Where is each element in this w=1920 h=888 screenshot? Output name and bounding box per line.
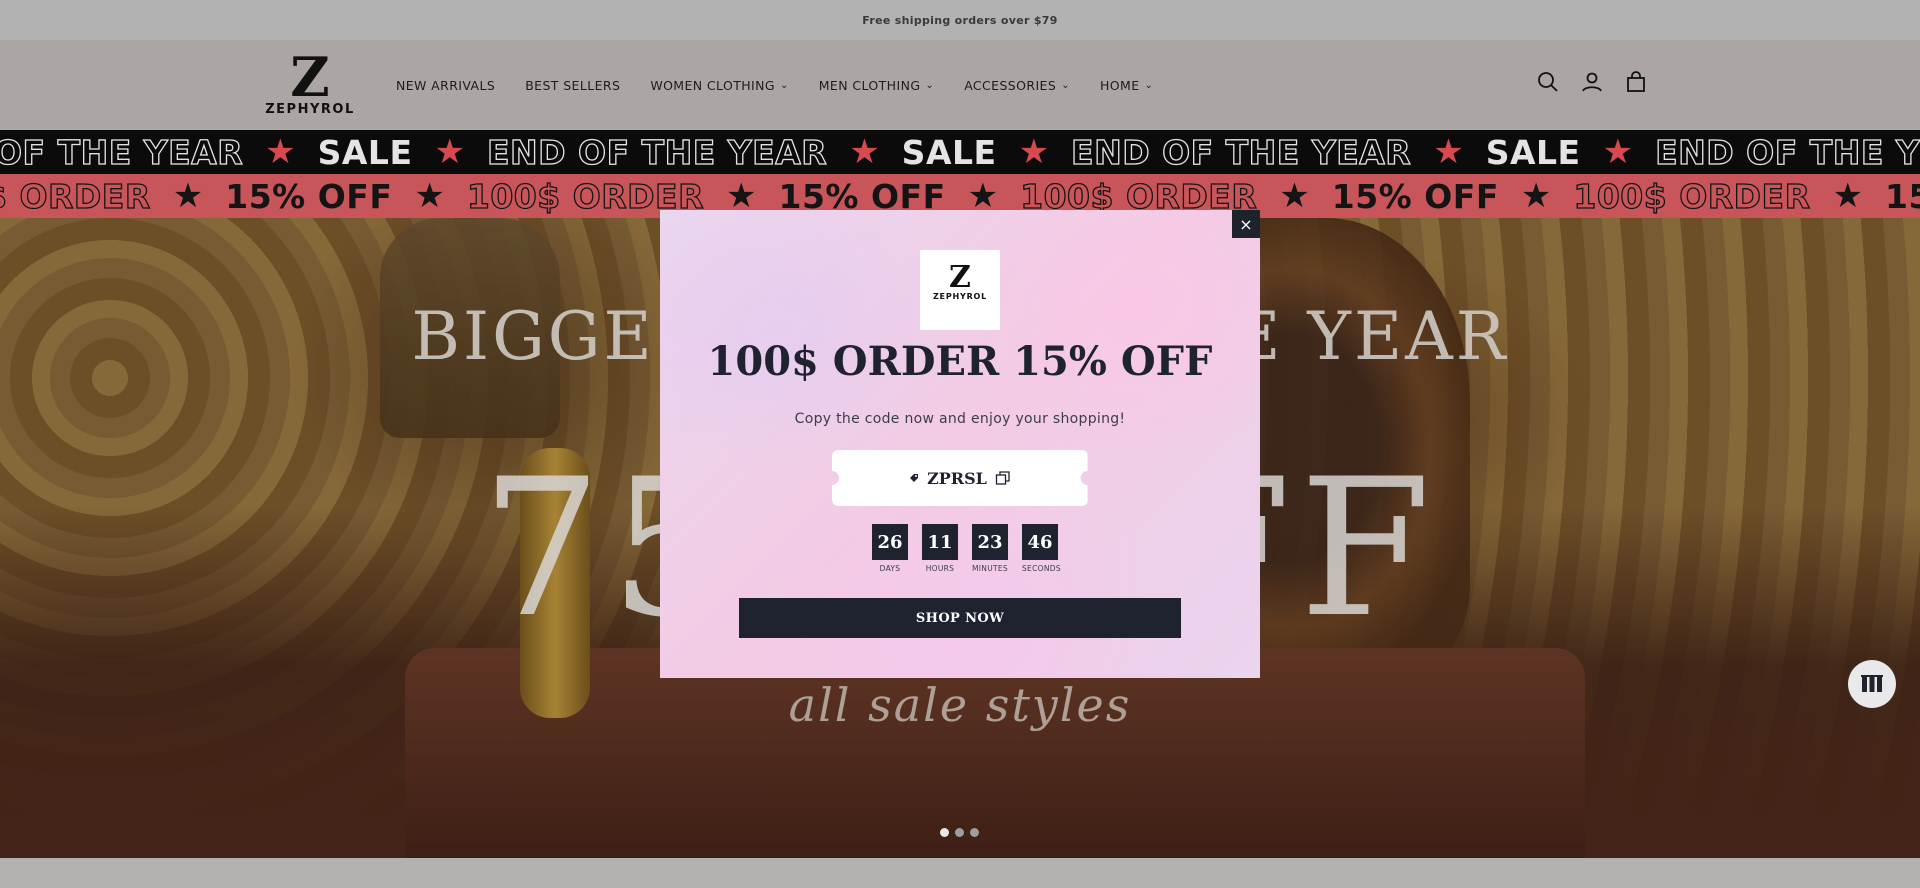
marquee-text: END OF THE YEAR bbox=[1070, 132, 1412, 172]
coupon-code-box[interactable]: ZPRSL bbox=[832, 450, 1088, 506]
star-icon: ★ bbox=[1018, 132, 1050, 172]
popup-subtitle: Copy the code now and enjoy your shoppin… bbox=[794, 411, 1126, 427]
coupon-code: ZPRSL bbox=[927, 468, 987, 488]
countdown-minutes: 23 MINUTES bbox=[972, 524, 1008, 573]
star-icon: ★ bbox=[849, 132, 880, 172]
star-icon: ★ bbox=[434, 132, 465, 172]
star-icon: ★ bbox=[414, 176, 445, 216]
nav-label: MEN CLOTHING bbox=[818, 77, 921, 93]
marquee-top: OF THE YEAR ★ SALE ★ END OF THE YEAR ★ S… bbox=[0, 130, 1920, 174]
nav-label: NEW ARRIVALS bbox=[396, 77, 496, 93]
logo-mark: Z bbox=[290, 45, 330, 109]
nav-label: BEST SELLERS bbox=[525, 77, 621, 93]
countdown-hours: 11 HOURS bbox=[922, 524, 958, 573]
slider-dots bbox=[940, 828, 979, 837]
tag-icon bbox=[910, 474, 919, 482]
countdown-label: SECONDS bbox=[1022, 564, 1061, 573]
nav-label: ACCESSORIES bbox=[964, 77, 1057, 93]
star-icon: ★ bbox=[265, 132, 296, 172]
star-icon: ★ bbox=[1602, 132, 1634, 172]
marquee-text: OF THE YEAR bbox=[0, 132, 244, 172]
page-bottom bbox=[0, 858, 1920, 888]
nav-label: WOMEN CLOTHING bbox=[650, 77, 775, 93]
cart-icon[interactable] bbox=[1624, 70, 1648, 94]
copy-icon[interactable] bbox=[995, 470, 1011, 486]
hero-script-text: all sale styles bbox=[788, 678, 1132, 732]
nav-home[interactable]: HOME ⌄ bbox=[1100, 78, 1153, 93]
promo-popup: Z ZEPHYROL 100$ ORDER 15% OFF Copy the c… bbox=[660, 210, 1260, 678]
marquee-text: 15% OFF bbox=[1331, 176, 1499, 216]
header-actions bbox=[1536, 70, 1648, 94]
star-icon: ★ bbox=[1279, 176, 1310, 216]
logo-wordmark: ZEPHYROL bbox=[265, 102, 355, 117]
site-header: Z ZEPHYROL NEW ARRIVALS BEST SELLERS WOM… bbox=[0, 40, 1920, 130]
countdown-seconds: 46 SECONDS bbox=[1022, 524, 1061, 573]
countdown-label: MINUTES bbox=[972, 564, 1008, 573]
countdown-value: 23 bbox=[972, 524, 1008, 560]
popup-logo: Z ZEPHYROL bbox=[920, 250, 1000, 330]
marquee-text: 15% OFF bbox=[225, 176, 393, 216]
shop-now-button[interactable]: SHOP NOW bbox=[739, 598, 1181, 638]
brand-logo[interactable]: Z ZEPHYROL bbox=[258, 45, 362, 118]
announcement-text: Free shipping orders over $79 bbox=[862, 13, 1058, 27]
countdown-value: 26 bbox=[872, 524, 908, 560]
popup-title: 100$ ORDER 15% OFF bbox=[707, 338, 1213, 385]
chevron-down-icon: ⌄ bbox=[1061, 79, 1070, 91]
marquee-text: SALE bbox=[901, 132, 997, 172]
countdown-days: 26 DAYS bbox=[872, 524, 908, 573]
logo-wordmark: ZEPHYROL bbox=[932, 292, 988, 301]
star-icon: ★ bbox=[1832, 176, 1863, 216]
chevron-down-icon: ⌄ bbox=[779, 79, 789, 91]
account-icon[interactable] bbox=[1580, 70, 1604, 94]
chevron-down-icon: ⌄ bbox=[1144, 79, 1154, 91]
countdown-timer: 26 DAYS 11 HOURS 23 MINUTES 46 SECONDS bbox=[872, 524, 1061, 573]
main-nav: NEW ARRIVALS BEST SELLERS WOMEN CLOTHING… bbox=[396, 40, 1183, 130]
marquee-text: $ ORDER bbox=[0, 176, 151, 216]
nav-accessories[interactable]: ACCESSORIES ⌄ bbox=[964, 78, 1070, 93]
announcement-bar: Free shipping orders over $79 bbox=[0, 0, 1920, 40]
nav-best-sellers[interactable]: BEST SELLERS bbox=[525, 78, 620, 93]
floating-widget-button[interactable] bbox=[1848, 660, 1896, 708]
countdown-label: HOURS bbox=[925, 564, 955, 573]
nav-women-clothing[interactable]: WOMEN CLOTHING ⌄ bbox=[650, 78, 788, 93]
slider-dot-3[interactable] bbox=[970, 828, 979, 837]
nav-new-arrivals[interactable]: NEW ARRIVALS bbox=[396, 78, 495, 93]
star-icon: ★ bbox=[172, 176, 204, 216]
star-icon: ★ bbox=[1520, 176, 1552, 216]
search-icon[interactable] bbox=[1536, 70, 1560, 94]
slider-dot-2[interactable] bbox=[955, 828, 964, 837]
star-icon: ★ bbox=[1433, 132, 1464, 172]
bars-icon bbox=[1861, 675, 1883, 692]
marquee-text: 100$ ORDER bbox=[1573, 176, 1811, 216]
logo-mark: Z bbox=[949, 260, 971, 295]
nav-men-clothing[interactable]: MEN CLOTHING ⌄ bbox=[819, 78, 934, 93]
chevron-down-icon: ⌄ bbox=[925, 79, 935, 91]
countdown-value: 11 bbox=[922, 524, 958, 560]
marquee-text: END OF THE YEAR bbox=[1654, 132, 1920, 172]
marquee-text: 15% OFF bbox=[1885, 176, 1920, 216]
countdown-label: DAYS bbox=[879, 564, 901, 573]
marquee-text: SALE bbox=[317, 132, 413, 172]
close-icon[interactable]: × bbox=[1232, 210, 1260, 238]
marquee-text: END OF THE YEAR bbox=[486, 132, 828, 172]
countdown-value: 46 bbox=[1022, 524, 1058, 560]
nav-label: HOME bbox=[1099, 77, 1140, 93]
marquee-text: SALE bbox=[1485, 132, 1581, 172]
slider-dot-1[interactable] bbox=[940, 828, 949, 837]
